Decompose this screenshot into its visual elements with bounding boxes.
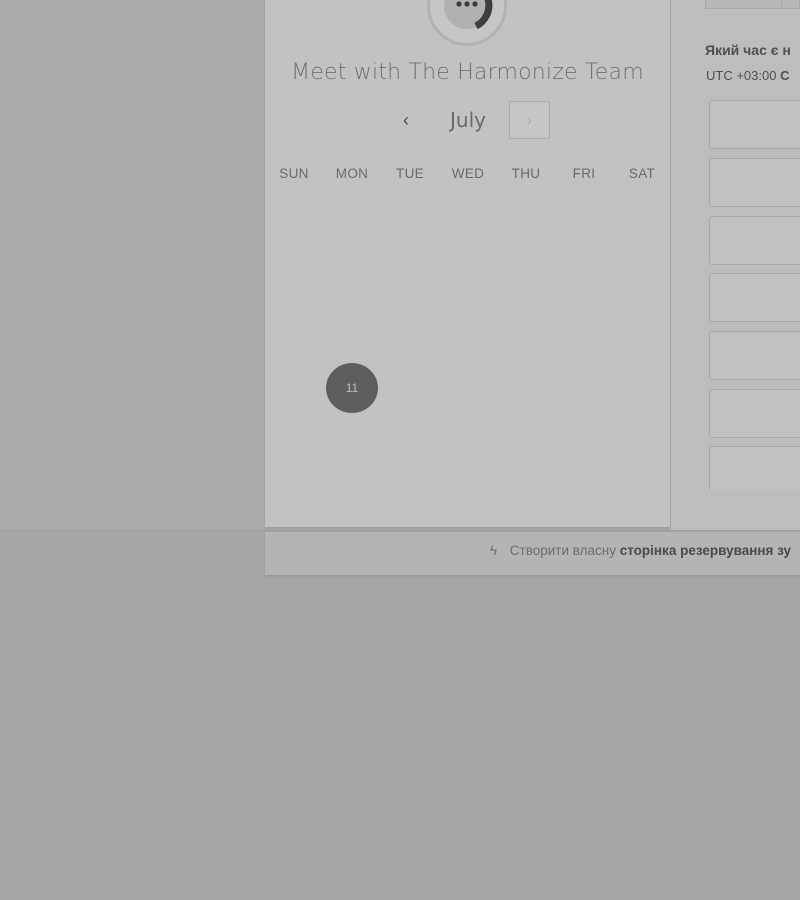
weekday-sat: SAT [628, 166, 656, 181]
button-divider [781, 0, 782, 9]
weekday-wed: WED [451, 166, 485, 181]
right-top-button[interactable] [705, 0, 800, 9]
weekday-fri: FRI [572, 166, 596, 181]
time-slot[interactable] [709, 158, 800, 207]
weekday-tue: TUE [396, 166, 424, 181]
timezone-name: С [780, 68, 790, 83]
time-question: Який час є н [705, 42, 791, 58]
weekday-mon: MON [335, 166, 369, 181]
month-label: July [450, 108, 486, 132]
timezone-offset: UTC +03:00 [706, 68, 777, 83]
time-slot[interactable] [709, 331, 800, 380]
chat-bubble-icon [444, 0, 493, 30]
time-slot[interactable] [709, 216, 800, 265]
footer-text-bold: сторінка резервування зу [619, 543, 792, 558]
chevron-right-icon: › [527, 112, 532, 128]
next-month-button[interactable]: › [509, 101, 550, 139]
weekday-thu: THU [511, 166, 541, 181]
chevron-left-icon: ‹ [403, 109, 409, 130]
time-slot[interactable] [709, 389, 800, 438]
footer-link[interactable]: ϟ Створити власну сторінка резервування … [490, 543, 791, 558]
time-slot[interactable] [709, 100, 800, 149]
hubspot-sprocket-icon: ϟ [490, 543, 498, 558]
footer-text-plain: Створити власну [509, 543, 616, 558]
overlay-divider [0, 530, 800, 531]
timezone-selector[interactable]: UTC +03:00 С [706, 68, 789, 83]
weekday-sun: SUN [279, 166, 309, 181]
page-title: Meet with The Harmonize Team [291, 60, 644, 85]
prev-month-button[interactable]: ‹ [392, 106, 420, 134]
team-avatar [427, 0, 507, 46]
time-slot[interactable] [709, 273, 800, 322]
time-slot[interactable] [709, 446, 800, 490]
weekday-header: SUN MON TUE WED THU FRI SAT [265, 166, 670, 186]
calendar-day-selected[interactable]: 11 [326, 363, 378, 413]
